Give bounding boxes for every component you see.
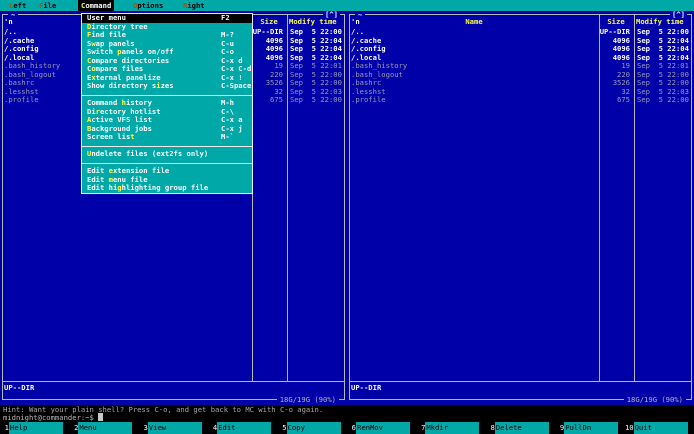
hotkey-letter: R <box>183 1 188 10</box>
fkey-number: 2 <box>74 423 79 432</box>
ministatus-separator <box>350 381 691 382</box>
fkey-5-copy[interactable]: 5 Copy <box>278 422 347 434</box>
file-size: 675 <box>617 95 630 104</box>
hotkey-letter: F <box>39 1 44 10</box>
menu-item-undelete-files-ext2fs-only[interactable]: Undelete files (ext2fs only) <box>82 149 252 159</box>
right-panel: ~ [^] 'n Name Size Modify time /.. UP--DI… <box>347 11 694 405</box>
fkey-label: Delete <box>494 422 549 434</box>
fkey-3-view[interactable]: 3 View <box>139 422 208 434</box>
menu-item-edit-highlighting-group-file[interactable]: Edit highlighting group file <box>82 183 252 193</box>
fkey-number: 8 <box>490 423 495 432</box>
hotkey-letter: O <box>133 1 138 10</box>
hotkey-letter: U <box>87 149 92 158</box>
fkey-label: Mkdir <box>425 422 480 434</box>
fkey-number: 5 <box>282 423 287 432</box>
fkey-6-renmov[interactable]: 6 RenMov <box>347 422 416 434</box>
file-mtime: Sep 5 22:00 <box>290 95 342 104</box>
fkey-label: PullDn <box>564 422 619 434</box>
hotkey-letter: g <box>117 183 122 192</box>
mc-terminal-screen: ~ [^] 'n Name Size Modify time /..UP--DI… <box>0 0 694 434</box>
command-dropdown-menu: User menu F2 Directory tree Find file M-? Swa… <box>81 13 253 194</box>
free-space-indicator: 18G/19G (90%) <box>276 395 339 404</box>
menubar-item-file[interactable]: File <box>36 0 59 11</box>
panel-path[interactable]: ~ <box>8 11 19 19</box>
menu-shortcut: F2 <box>221 13 230 22</box>
fkey-number: 3 <box>143 423 148 432</box>
file-mtime: Sep 5 22:00 <box>637 95 689 104</box>
hotkey-letter: L <box>9 1 14 10</box>
menu-item-show-directory-sizes[interactable]: Show directory sizes C-Space <box>82 81 252 91</box>
fkey-10-quit[interactable]: 10 Quit <box>625 422 694 434</box>
fkey-number: 6 <box>351 423 356 432</box>
file-name: .profile <box>4 95 39 104</box>
free-space-indicator: 18G/19G (90%) <box>623 395 686 404</box>
fkey-4-edit[interactable]: 4 Edit <box>208 422 277 434</box>
fkey-8-delete[interactable]: 8 Delete <box>486 422 555 434</box>
fkey-label: Edit <box>217 422 272 434</box>
ministatus-separator <box>3 381 344 382</box>
ministatus: UP--DIR <box>4 383 35 392</box>
menubar-item-left[interactable]: Left <box>6 0 29 11</box>
file-list: /.. UP--DIR Sep 5 22:00/.cache 4096 Sep 5 22… <box>347 11 694 381</box>
panel-up-button[interactable]: [^] <box>670 11 687 19</box>
text-cursor <box>98 413 103 421</box>
hotkey-letter: t <box>130 132 135 141</box>
file-row-profile[interactable]: .profile 675 Sep 5 22:00 <box>347 95 694 104</box>
file-size: 675 <box>270 95 283 104</box>
fkey-number: 7 <box>421 423 426 432</box>
panel-up-button[interactable]: [^] <box>323 11 340 19</box>
file-name: .profile <box>351 95 386 104</box>
panel-path[interactable]: ~ <box>355 11 366 19</box>
hotkey-letter: p <box>117 47 122 56</box>
fkey-label: RenMov <box>356 422 410 434</box>
menubar-item-right[interactable]: Right <box>180 0 208 11</box>
fkey-label: Menu <box>78 422 133 434</box>
fkey-label: View <box>147 422 202 434</box>
fkey-label: Help <box>9 422 63 434</box>
menubar-item-options[interactable]: Options <box>130 0 166 11</box>
fkey-number: 1 <box>4 423 9 432</box>
menu-shortcut: C-Space <box>221 81 252 90</box>
fkey-number: 9 <box>559 423 565 432</box>
function-key-bar: 1 Help 2 Menu 3 View 4 Edit 5 Copy 6 RenMov 7 Mkdir 8 D… <box>0 422 694 434</box>
fkey-2-menu[interactable]: 2 Menu <box>69 422 138 434</box>
ministatus: UP--DIR <box>351 383 382 392</box>
fkey-label: Copy <box>286 422 341 434</box>
hotkey-letter: h <box>121 98 126 107</box>
hotkey-letter: i <box>156 81 161 90</box>
fkey-7-mkdir[interactable]: 7 Mkdir <box>416 422 485 434</box>
fkey-number: 4 <box>212 423 218 432</box>
menu-bar: Left File Command Options Right <box>0 0 694 11</box>
fkey-9-pulldn[interactable]: 9 PullDn <box>555 422 624 434</box>
menubar-item-command[interactable]: Command <box>78 0 115 11</box>
shell-prompt[interactable]: midnight@commander:~$ <box>3 413 103 422</box>
fkey-label: Quit <box>633 422 688 434</box>
fkey-1-help[interactable]: 1 Help <box>0 422 69 434</box>
prompt-text: midnight@commander:~$ <box>3 413 94 422</box>
hotkey-letter: C <box>81 1 86 10</box>
menu-item-screen-list[interactable]: Screen list M-` <box>82 132 252 142</box>
menu-shortcut: M-` <box>221 132 234 141</box>
fkey-number: 10 <box>624 423 634 432</box>
